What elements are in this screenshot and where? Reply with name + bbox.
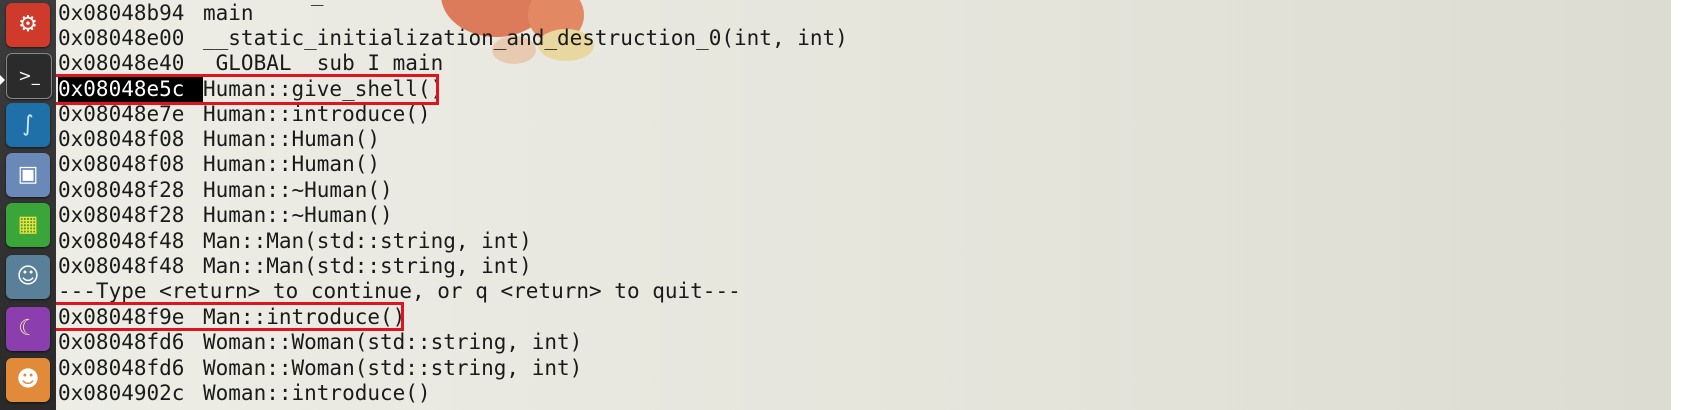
window-edge [1671, 0, 1697, 410]
address: 0x08048b94 [58, 1, 185, 25]
address: 0x08048f08 [58, 152, 185, 176]
screensaver-moon-icon[interactable]: ☾ [6, 307, 50, 351]
address: 0x08048fd6 [58, 356, 185, 380]
address: 0x08048e40 [58, 51, 185, 75]
symbol-line: 0x08048f08 Human::Human() [58, 152, 380, 177]
wireshark-icon[interactable]: ∫ [6, 103, 50, 147]
symbol-line: 0x08048f28 Human::~Human() [58, 203, 393, 228]
user-avatar-glyph: ☻ [16, 367, 40, 392]
rubiks-cube-game-icon[interactable]: ▦ [6, 203, 50, 247]
address: 0x08048fd6 [58, 330, 185, 354]
linux-tux-icon[interactable]: ☺ [6, 255, 50, 299]
symbol-line: 0x08048fd6 Woman::Woman(std::string, int) [58, 356, 582, 381]
address: 0x08048f28 [58, 203, 185, 227]
screensaver-moon-glyph: ☾ [18, 316, 38, 341]
terminal-window[interactable]: _ 0x08048b94main 0x08048e00__static_init… [56, 0, 1671, 410]
symbol-line: 0x08048f28 Human::~Human() [58, 178, 393, 203]
symbol-line: 0x08048e40 _GLOBAL__sub_I_main [58, 51, 443, 76]
symbol: Human::Human() [203, 152, 381, 176]
symbol: Woman::Woman(std::string, int) [203, 330, 583, 354]
linux-tux-glyph: ☺ [16, 264, 40, 289]
address: 0x08048f28 [58, 178, 185, 202]
symbol-line: 0x08048e7e Human::introduce() [58, 102, 431, 127]
active-indicator [0, 75, 5, 85]
symbol-line: 0x08048f08 Human::Human() [58, 127, 380, 152]
symbol-line: 0x08048f48 Man::Man(std::string, int) [58, 229, 532, 254]
symbol: Human::~Human() [203, 178, 393, 202]
symbol: _GLOBAL__sub_I_main [203, 51, 444, 75]
symbol: Woman::introduce() [203, 381, 431, 405]
address: 0x08048e00 [58, 26, 185, 50]
symbol-line: 0x08048f48 Man::Man(std::string, int) [58, 254, 532, 279]
symbol: Human::introduce() [203, 102, 431, 126]
symbol: main [203, 1, 254, 25]
symbol-line: 0x08048b94 main [58, 1, 254, 26]
pager-prompt: ---Type <return> to continue, or q <retu… [58, 279, 741, 304]
system-settings-icon[interactable]: ⚙ [6, 3, 50, 47]
address: 0x08048f08 [58, 127, 185, 151]
address: 0x08048f48 [58, 229, 185, 253]
launcher-bar: ⚙ >_ ∫ ▣ ▦ ☺ ☾ ☻ [0, 0, 56, 410]
highlight-box-man-introduce [56, 302, 404, 331]
symbol: Human::~Human() [203, 203, 393, 227]
symbol: Man::Man(std::string, int) [203, 229, 532, 253]
pager-prompt-text: ---Type <return> to continue, or q <retu… [58, 279, 741, 303]
rubiks-cube-glyph: ▦ [17, 212, 39, 237]
symbol-line: 0x08048e00 __static_initialization_and_de… [58, 26, 848, 51]
address: 0x0804902c [58, 381, 185, 405]
symbol: Man::Man(std::string, int) [203, 254, 532, 278]
disk-utility-glyph: ▣ [17, 162, 39, 187]
address: 0x08048e7e [58, 102, 185, 126]
symbol: __static_initialization_and_destruction_… [203, 26, 848, 50]
disk-utility-icon[interactable]: ▣ [6, 153, 50, 197]
highlight-box-give-shell [56, 74, 439, 105]
system-settings-glyph: ⚙ [18, 12, 38, 37]
terminal-glyph: >_ [18, 66, 40, 85]
clipped-next-line: _ _ [58, 404, 387, 410]
symbol-line: 0x08048fd6 Woman::Woman(std::string, int) [58, 330, 582, 355]
terminal-icon[interactable]: >_ [6, 53, 52, 99]
symbol: Woman::Woman(std::string, int) [203, 356, 583, 380]
user-avatar-icon[interactable]: ☻ [6, 358, 50, 402]
address: 0x08048f48 [58, 254, 185, 278]
wireshark-glyph: ∫ [22, 112, 34, 137]
symbol: Human::Human() [203, 127, 381, 151]
symbol-line: 0x0804902c Woman::introduce() [58, 381, 431, 406]
